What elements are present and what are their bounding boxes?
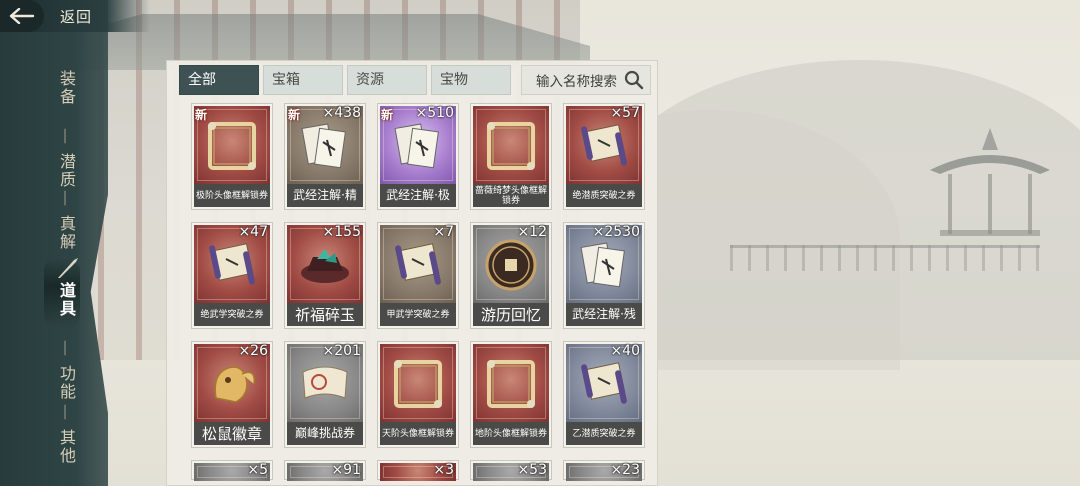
item-slot[interactable]: ×91: [284, 460, 366, 481]
category-tabs: 全部 宝箱 资源 宝物: [179, 65, 511, 95]
item-count: ×12: [517, 224, 547, 240]
item-slot[interactable]: ×40 乙潜质突破之券: [563, 341, 645, 448]
item-art: [473, 344, 549, 422]
item-name: 松鼠徽章: [194, 422, 270, 445]
item-art: [473, 106, 549, 184]
item-count: ×155: [322, 224, 361, 240]
item-count: ×3: [433, 462, 454, 478]
nav-divider: —: [57, 340, 76, 358]
nav-divider: —: [57, 404, 76, 422]
item-count: ×5: [247, 462, 268, 478]
search-placeholder: 输入名称搜索: [536, 74, 617, 90]
item-count: ×47: [238, 224, 268, 240]
item-count: ×91: [331, 462, 361, 478]
nav-item-true-solution[interactable]: — 真解: [54, 190, 76, 251]
item-name: 乙潜质突破之券: [566, 422, 642, 445]
item-name: 祈福碎玉: [287, 303, 363, 326]
item-slot[interactable]: ×155 祈福碎玉: [284, 222, 366, 329]
nav-item-label: 其他: [57, 429, 76, 466]
item-name: 蔷薇绮梦头像框解锁券: [473, 184, 549, 207]
item-slot[interactable]: 蔷薇绮梦头像框解锁券: [470, 103, 552, 210]
back-arrow-icon[interactable]: [0, 0, 44, 32]
pavilion-illustration: [930, 128, 1050, 236]
nav-divider: —: [57, 190, 76, 208]
item-count: ×26: [238, 343, 268, 359]
item-name: 绝潜质突破之券: [566, 184, 642, 207]
item-slot[interactable]: ×3: [377, 460, 459, 481]
item-count: ×201: [322, 343, 361, 359]
new-badge: 新: [195, 108, 208, 122]
new-badge: 新: [288, 108, 301, 122]
search-input[interactable]: 输入名称搜索: [521, 65, 651, 95]
search-icon[interactable]: [624, 70, 644, 90]
back-label: 返回: [60, 7, 93, 26]
item-name: 极阶头像框解锁券: [194, 184, 270, 207]
item-slot[interactable]: ×57 绝潜质突破之券: [563, 103, 645, 210]
item-name: 甲武学突破之券: [380, 303, 456, 326]
item-slot[interactable]: ×5: [191, 460, 273, 481]
bridge-illustration: [730, 245, 1040, 271]
nav-divider: —: [57, 128, 76, 146]
tab-resources[interactable]: 资源: [347, 65, 427, 95]
nav-item-label: 潜质: [57, 153, 76, 190]
item-slot[interactable]: ×7 甲武学突破之券: [377, 222, 459, 329]
item-slot[interactable]: 新 ×438 武经注解·精: [284, 103, 366, 210]
nav-item-label: 道具: [57, 282, 76, 318]
item-slot[interactable]: ×12 游历回忆: [470, 222, 552, 329]
item-slot[interactable]: ×47 绝武学突破之券: [191, 222, 273, 329]
item-name: 天阶头像框解锁券: [380, 422, 456, 445]
item-grid: 新极阶头像框解锁券新 ×438 武经注解·精新 ×510 武经注解·极 蔷薇绮梦头像框解锁…: [191, 103, 645, 481]
item-slot[interactable]: 地阶头像框解锁券: [470, 341, 552, 448]
tab-all[interactable]: 全部: [179, 65, 259, 95]
nav-item-other[interactable]: — 其他: [54, 404, 76, 465]
item-count: ×438: [322, 105, 361, 121]
item-slot[interactable]: ×53: [470, 460, 552, 481]
new-badge: 新: [381, 108, 394, 122]
inventory-panel: 全部 宝箱 资源 宝物 输入名称搜索 新极阶头像框解锁券新 ×438 武经注解·精新…: [166, 60, 658, 486]
nav-item-potential[interactable]: — 潜质: [54, 128, 76, 189]
item-slot[interactable]: ×201 巅峰挑战券: [284, 341, 366, 448]
nav-item-label: 真解: [57, 215, 76, 252]
nav-item-function[interactable]: — 功能: [54, 340, 76, 401]
item-name: 绝武学突破之券: [194, 303, 270, 326]
item-slot[interactable]: ×2530 武经注解·残: [563, 222, 645, 329]
item-slot[interactable]: 新 ×510 武经注解·极: [377, 103, 459, 210]
item-count: ×40: [610, 343, 640, 359]
item-name: 武经注解·精: [287, 184, 363, 207]
item-slot[interactable]: ×23: [563, 460, 645, 481]
item-name: 游历回忆: [473, 303, 549, 326]
item-slot[interactable]: ×26 松鼠徽章: [191, 341, 273, 448]
brush-icon: [58, 258, 78, 278]
back-button[interactable]: 返回: [0, 0, 150, 32]
item-count: ×2530: [592, 224, 640, 240]
item-name: 武经注解·极: [380, 184, 456, 207]
item-count: ×53: [517, 462, 547, 478]
item-count: ×23: [610, 462, 640, 478]
nav-item-label: 装备: [57, 70, 76, 106]
item-count: ×7: [433, 224, 454, 240]
item-name: 地阶头像框解锁券: [473, 422, 549, 445]
item-count: ×510: [415, 105, 454, 121]
item-slot[interactable]: 天阶头像框解锁券: [377, 341, 459, 448]
nav-item-props[interactable]: 道具: [54, 282, 76, 318]
item-slot[interactable]: 新极阶头像框解锁券: [191, 103, 273, 210]
item-art: [380, 344, 456, 422]
item-name: 巅峰挑战券: [287, 422, 363, 445]
nav-item-label: 功能: [57, 365, 76, 402]
tab-chests[interactable]: 宝箱: [263, 65, 343, 95]
item-name: 武经注解·残: [566, 303, 642, 326]
nav-item-equipment[interactable]: 装备: [54, 70, 76, 106]
tab-treasures[interactable]: 宝物: [431, 65, 511, 95]
item-count: ×57: [610, 105, 640, 121]
